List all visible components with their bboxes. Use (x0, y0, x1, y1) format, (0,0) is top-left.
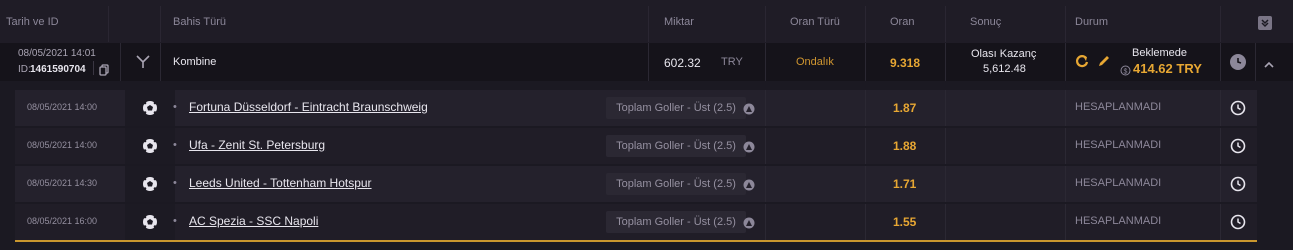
cashout-value: 414.62 TRY (1133, 61, 1202, 76)
leg-market: Toplam Goller - Üst (2.5) (606, 173, 746, 195)
bet-id: 1461590704 (30, 64, 86, 75)
copy-icon (99, 64, 109, 76)
header-date-id: Tarih ve ID (6, 16, 59, 28)
bet-legs: 08/05/2021 14:00 • Fortuna Düsseldorf - … (0, 81, 1293, 250)
clock-icon (1230, 100, 1246, 116)
leg-match-link[interactable]: Ufa - Zenit St. Petersburg (189, 138, 325, 152)
bet-row[interactable]: 08/05/2021 14:01 ID: 1461590704 Kombine … (0, 43, 1293, 81)
leg-odds: 1.88 (893, 139, 917, 153)
edit-bet-button[interactable] (1097, 54, 1111, 73)
header-bet-type: Bahis Türü (173, 16, 226, 28)
leg-odds: 1.55 (893, 215, 917, 229)
header-odds: Oran (890, 16, 915, 28)
stats-icon[interactable] (743, 140, 755, 158)
leg-row: 08/05/2021 14:30 • Leeds United - Totten… (15, 166, 1257, 202)
bet-status: Beklemede (1132, 47, 1188, 59)
leg-match-link[interactable]: Fortuna Düsseldorf - Eintracht Braunschw… (189, 100, 428, 114)
leg-date: 08/05/2021 16:00 (27, 216, 98, 226)
soccer-ball-icon (125, 166, 175, 202)
coin-icon: $ (1120, 63, 1131, 81)
bet-id-label: ID: (18, 64, 31, 75)
soccer-ball-icon (125, 90, 175, 126)
leg-row: 08/05/2021 14:00 • Fortuna Düsseldorf - … (15, 90, 1257, 126)
header-odds-type: Oran Türü (790, 16, 840, 28)
clock-icon (1230, 214, 1246, 230)
clock-icon (1230, 138, 1246, 154)
leg-date: 08/05/2021 14:00 (27, 140, 98, 150)
leg-date: 08/05/2021 14:30 (27, 178, 98, 188)
clock-icon (1230, 54, 1246, 70)
leg-market: Toplam Goller - Üst (2.5) (606, 97, 746, 119)
leg-history-button[interactable] (1230, 214, 1246, 235)
copy-id-button[interactable] (99, 63, 110, 81)
leg-market: Toplam Goller - Üst (2.5) (606, 135, 746, 157)
leg-odds: 1.87 (893, 101, 917, 115)
stats-icon[interactable] (743, 178, 755, 196)
potential-win-label: Olası Kazanç (971, 48, 1037, 60)
double-chevron-down-icon (1261, 19, 1269, 28)
stats-icon[interactable] (743, 102, 755, 120)
leg-status: HESAPLANMADI (1075, 139, 1162, 151)
bet-currency: TRY (721, 56, 743, 68)
bet-amount: 602.32 (664, 56, 701, 70)
chevron-up-icon (1264, 61, 1274, 68)
bet-date: 08/05/2021 14:01 (18, 48, 96, 59)
cashout-button[interactable] (1075, 54, 1089, 73)
header-status: Durum (1075, 16, 1109, 28)
pencil-icon (1099, 56, 1109, 66)
leg-history-button[interactable] (1230, 176, 1246, 197)
bet-odds: 9.318 (890, 56, 921, 70)
bet-odds-type: Ondalık (796, 56, 834, 68)
leg-history-button[interactable] (1230, 100, 1246, 121)
leg-date: 08/05/2021 14:00 (27, 102, 98, 112)
leg-status: HESAPLANMADI (1075, 177, 1162, 189)
clock-icon (1230, 176, 1246, 192)
refresh-icon (1075, 55, 1089, 68)
leg-match-link[interactable]: Leeds United - Tottenham Hotspur (189, 176, 372, 190)
combo-branch-icon (135, 54, 151, 75)
leg-history-button[interactable] (1230, 138, 1246, 159)
leg-status: HESAPLANMADI (1075, 215, 1162, 227)
bet-type: Kombine (173, 56, 217, 68)
leg-match-link[interactable]: AC Spezia - SSC Napoli (189, 214, 318, 228)
soccer-ball-icon (125, 128, 175, 164)
soccer-ball-icon (125, 204, 175, 240)
leg-status: HESAPLANMADI (1075, 101, 1162, 113)
leg-row: 08/05/2021 16:00 • AC Spezia - SSC Napol… (15, 204, 1257, 242)
stats-icon[interactable] (743, 216, 755, 234)
bet-history-button[interactable] (1230, 54, 1246, 75)
leg-odds: 1.71 (893, 177, 917, 191)
leg-row: 08/05/2021 14:00 • Ufa - Zenit St. Peter… (15, 128, 1257, 164)
expand-all-button[interactable] (1258, 16, 1272, 30)
potential-win-value: 5,612.48 (983, 63, 1026, 75)
header-result: Sonuç (970, 16, 1002, 28)
leg-market: Toplam Goller - Üst (2.5) (606, 211, 746, 233)
svg-text:$: $ (1124, 69, 1128, 76)
header-amount: Miktar (664, 16, 694, 28)
collapse-bet-button[interactable] (1263, 57, 1275, 75)
bets-table-header: Tarih ve ID Bahis Türü Miktar Oran Türü … (0, 0, 1293, 43)
